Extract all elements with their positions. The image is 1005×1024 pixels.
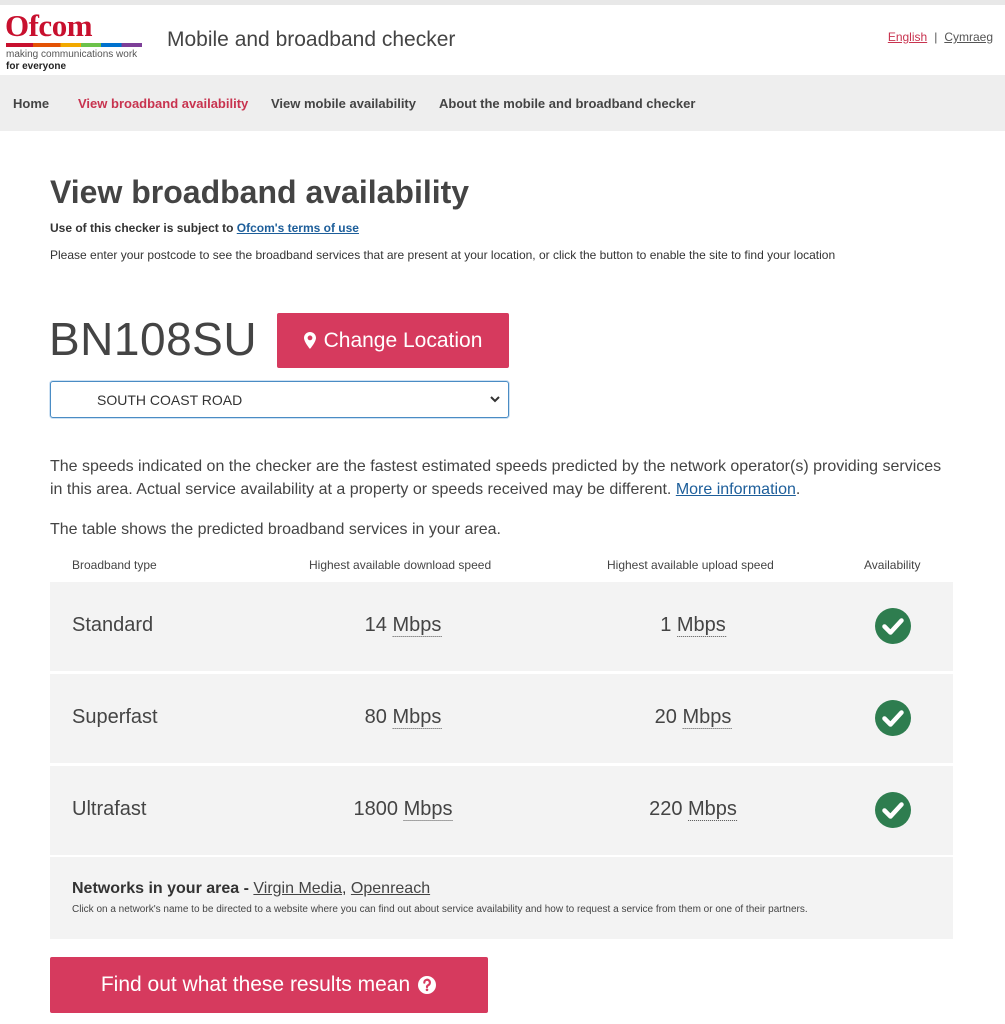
intro-text: Please enter your postcode to see the br… (50, 248, 836, 262)
postcode-display: BN108SU (49, 313, 258, 365)
question-circle-icon (418, 976, 437, 994)
network-separator: , (342, 880, 351, 897)
upload-value: 1 (660, 614, 672, 636)
speed-disclaimer: The speeds indicated on the checker are … (50, 455, 950, 501)
logo-colour-bar (6, 43, 142, 47)
upload-speed: 1 Mbps (660, 614, 726, 637)
upload-value: 20 (654, 706, 677, 728)
more-information-link[interactable]: More information (676, 481, 796, 498)
lang-separator: | (934, 30, 938, 44)
nav-home[interactable]: Home (13, 96, 49, 111)
table-row: Superfast 80 Mbps 20 Mbps (50, 674, 953, 763)
unit-abbr: Mbps (392, 614, 442, 637)
col-header-availability: Availability (864, 558, 921, 572)
terms-line: Use of this checker is subject to Ofcom'… (50, 221, 359, 235)
check-circle-icon (875, 792, 911, 828)
language-switcher: English | Cymraeg (888, 30, 993, 44)
unit-abbr: Mbps (688, 798, 737, 821)
disclaimer-end: . (795, 481, 801, 498)
table-row: Ultrafast 1800 Mbps 220 Mbps (50, 766, 953, 855)
col-header-type: Broadband type (72, 558, 157, 572)
disclaimer-text: The speeds indicated on the checker are … (50, 458, 942, 498)
broadband-type: Standard (72, 614, 154, 636)
col-header-download: Highest available download speed (309, 558, 492, 572)
unit-abbr: Mbps (403, 798, 453, 821)
unit-abbr: Mbps (676, 614, 726, 637)
network-link-openreach[interactable]: Openreach (351, 880, 430, 897)
check-circle-icon (875, 608, 911, 644)
table-row: Standard 14 Mbps 1 Mbps (50, 582, 953, 671)
page-title: View broadband availability (50, 174, 470, 210)
find-out-label: Find out what these results mean (100, 973, 411, 996)
find-out-results-button[interactable]: Find out what these results mean (50, 957, 488, 1013)
ofcom-logo[interactable]: Ofcom making communications work for eve… (5, 10, 145, 72)
map-pin-icon (303, 332, 316, 349)
upload-speed: 220 Mbps (649, 798, 737, 821)
logo-tagline: making communications work (6, 49, 138, 60)
logo-wordmark: Ofcom (5, 8, 93, 43)
lang-english-link[interactable]: English (888, 30, 927, 44)
logo-tagline-bold: for everyone (6, 61, 67, 72)
download-value: 1800 (353, 798, 399, 820)
terms-link[interactable]: Ofcom's terms of use (237, 221, 359, 235)
broadband-type: Ultrafast (72, 798, 147, 820)
col-header-upload: Highest available upload speed (607, 558, 774, 572)
nav-about[interactable]: About the mobile and broadband checker (439, 96, 695, 111)
change-location-label: Change Location (323, 328, 483, 352)
download-value: 14 (364, 614, 387, 636)
change-location-button[interactable]: Change Location (277, 313, 509, 368)
unit-abbr: Mbps (682, 706, 732, 729)
site-header: Ofcom making communications work for eve… (0, 5, 1005, 75)
networks-label: Networks in your area - (72, 880, 254, 897)
download-speed: 80 Mbps (365, 706, 442, 729)
upload-value: 220 (649, 798, 683, 820)
networks-line: Networks in your area - Virgin Media, Op… (72, 880, 430, 898)
lang-welsh-link[interactable]: Cymraeg (944, 30, 993, 44)
download-speed: 1800 Mbps (354, 798, 453, 821)
check-circle-icon (875, 700, 911, 736)
broadband-type: Superfast (72, 706, 158, 728)
address-selected-value: SOUTH COAST ROAD (97, 392, 243, 408)
terms-prefix: Use of this checker is subject to (50, 221, 237, 235)
networks-note: Click on a network's name to be directed… (72, 904, 808, 915)
download-value: 80 (364, 706, 387, 728)
networks-panel: Networks in your area - Virgin Media, Op… (50, 857, 953, 939)
download-speed: 14 Mbps (365, 614, 442, 637)
nav-broadband[interactable]: View broadband availability (78, 96, 248, 111)
network-link-virgin-media[interactable]: Virgin Media (253, 880, 342, 897)
table-intro: The table shows the predicted broadband … (50, 521, 501, 538)
nav-mobile[interactable]: View mobile availability (271, 96, 416, 111)
site-title: Mobile and broadband checker (167, 28, 456, 51)
upload-speed: 20 Mbps (655, 706, 732, 729)
unit-abbr: Mbps (392, 706, 442, 729)
address-select[interactable]: SOUTH COAST ROAD (50, 381, 509, 418)
chevron-down-icon (490, 396, 500, 403)
main-nav: Home View broadband availability View mo… (0, 75, 1005, 131)
